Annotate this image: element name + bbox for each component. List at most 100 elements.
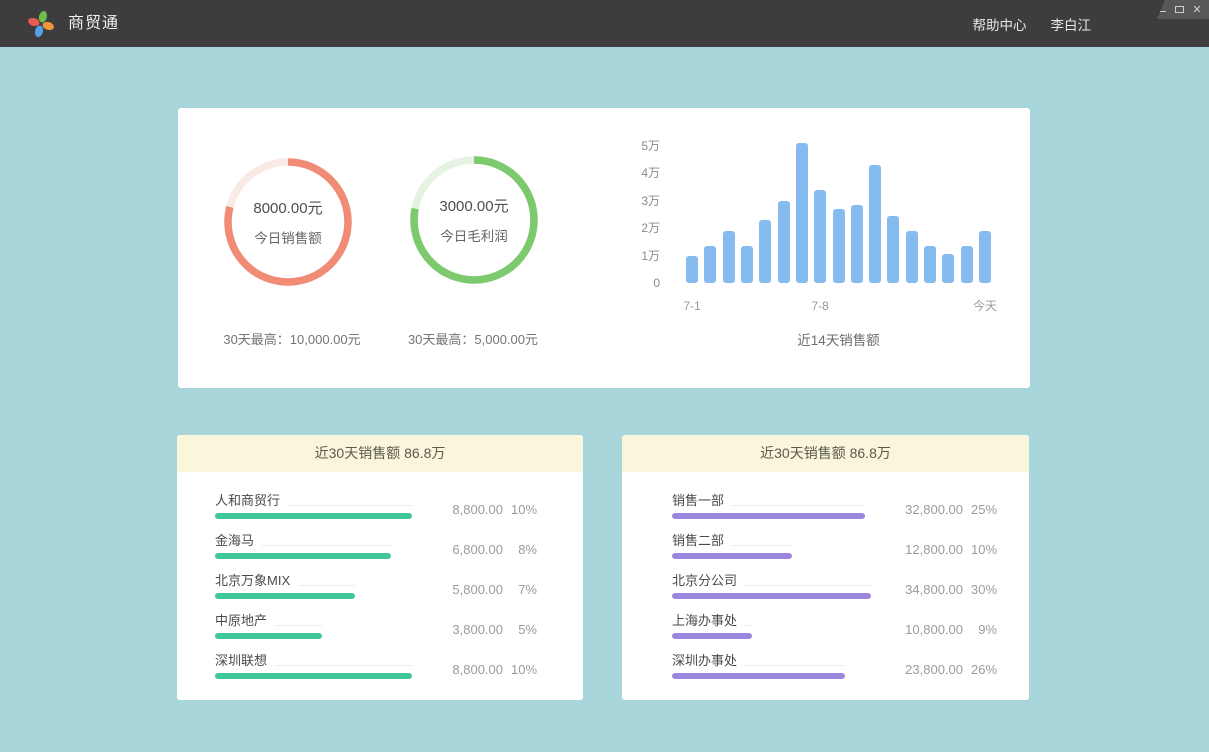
profit-30d-max-note: 30天最高：5,000.00元 xyxy=(363,329,583,348)
bar xyxy=(979,231,991,283)
progress-bar xyxy=(672,553,792,559)
ranking-label: 销售一部 xyxy=(672,492,724,509)
leader-line xyxy=(275,625,322,626)
ranking-row: 中原地产 3,800.005% xyxy=(215,612,537,639)
leader-line xyxy=(745,665,845,666)
help-center-link[interactable]: 帮助中心 xyxy=(973,14,1027,34)
titlebar-menu: 帮助中心 李白江 xyxy=(973,0,1092,47)
leader-line xyxy=(275,665,412,666)
ranking-label: 北京万象MIX xyxy=(215,572,290,589)
ranking-row: 北京万象MIX 5,800.00 7% xyxy=(215,572,537,599)
bar xyxy=(906,231,918,283)
maximize-icon xyxy=(1175,6,1184,13)
ranking-label: 中原地产 xyxy=(215,612,267,629)
leader-line xyxy=(745,585,871,586)
bar-chart-y-axis: 5万4万3万2万1万0 xyxy=(598,143,660,283)
bar xyxy=(723,231,735,283)
ranking-amount: 34,800.00 xyxy=(873,582,963,598)
ranking-percent: 7% xyxy=(511,582,537,598)
ranking-row: 人和商贸行 8,800.00 10% xyxy=(215,492,537,519)
customer-ranking-title: 近30天销售额 86.8万 xyxy=(177,435,583,472)
title-bar: 商贸通 帮助中心 李白江 ✕ xyxy=(0,0,1209,47)
customer-sales-ranking-card: 近30天销售额 86.8万 人和商贸行8,800.0010%金海马6,800.0… xyxy=(177,435,583,700)
ranking-amount: 8,800.00 xyxy=(413,502,503,518)
ranking-row: 深圳联想8,800.0010% xyxy=(215,652,537,679)
ranking-label: 人和商贸行 xyxy=(215,492,280,509)
leader-line xyxy=(732,545,792,546)
ranking-value: 6,800.008% xyxy=(413,542,537,559)
progress-bar xyxy=(672,673,845,679)
y-tick-label: 5万 xyxy=(641,138,660,154)
ranking-label: 北京分公司 xyxy=(672,572,737,589)
close-button[interactable]: ✕ xyxy=(1192,5,1202,15)
progress-bar xyxy=(215,673,412,679)
close-icon: ✕ xyxy=(1192,5,1201,15)
department-sales-ranking-card: 近30天销售额 86.8万 销售一部32,800.0025%销售二部12,800… xyxy=(622,435,1029,700)
ranking-label: 深圳办事处 xyxy=(672,652,737,669)
bar xyxy=(869,165,881,283)
ranking-amount: 10,800.00 xyxy=(873,622,963,638)
y-tick-label: 4万 xyxy=(641,165,660,181)
today-profit-summary: 3000.00元 今日毛利润 xyxy=(406,152,542,288)
ranking-percent: 30% xyxy=(971,582,997,598)
ranking-amount: 6,800.00 xyxy=(413,542,503,558)
today-sales-label: 今日销售额 xyxy=(254,227,322,247)
user-menu[interactable]: 李白江 xyxy=(1051,14,1092,34)
bar xyxy=(741,246,753,283)
today-sales-summary: 8000.00元 今日销售额 xyxy=(220,154,356,290)
y-tick-label: 2万 xyxy=(641,220,660,236)
ranking-amount: 23,800.00 xyxy=(873,662,963,678)
minimize-button[interactable] xyxy=(1156,5,1166,15)
ranking-percent: 10% xyxy=(511,502,537,518)
bar xyxy=(778,201,790,283)
maximize-button[interactable] xyxy=(1174,5,1184,15)
ranking-amount: 5,800.00 xyxy=(413,582,503,598)
ranking-value: 32,800.00 25% xyxy=(873,502,997,519)
bar xyxy=(704,246,716,283)
bar xyxy=(851,205,863,283)
bar-chart-title: 近14天销售额 xyxy=(686,329,991,349)
y-tick-label: 3万 xyxy=(641,193,660,209)
bar xyxy=(887,216,899,283)
ranking-amount: 3,800.00 xyxy=(413,622,503,638)
x-tick-label: 7-1 xyxy=(683,298,700,314)
progress-bar xyxy=(215,553,391,559)
progress-bar xyxy=(215,633,322,639)
ranking-row: 北京分公司 34,800.00 30% xyxy=(672,572,997,599)
ranking-value: 12,800.00 10% xyxy=(873,542,997,559)
ranking-label: 上海办事处 xyxy=(672,612,737,629)
department-ranking-list: 销售一部32,800.0025%销售二部12,800.0010%北京分公司34,… xyxy=(622,472,1029,679)
summary-card: 8000.00元 今日销售额 30天最高：10,000.00元 3000.00元… xyxy=(178,108,1030,388)
department-ranking-title: 近30天销售额 86.8万 xyxy=(622,435,1029,472)
window-controls: ✕ xyxy=(1149,0,1209,19)
ranking-value: 8,800.0010% xyxy=(413,662,537,679)
x-tick-label: 7-8 xyxy=(812,298,829,314)
ranking-percent: 26% xyxy=(971,662,997,678)
progress-bar xyxy=(215,593,355,599)
today-sales-value: 8000.00元 xyxy=(253,197,322,218)
bar xyxy=(961,246,973,283)
leader-line xyxy=(288,505,412,506)
bar xyxy=(796,143,808,283)
ranking-row: 金海马6,800.008% xyxy=(215,532,537,559)
bar xyxy=(686,256,698,283)
leader-line xyxy=(298,585,355,586)
leader-line xyxy=(732,505,865,506)
ranking-value: 3,800.005% xyxy=(413,622,537,639)
ranking-value: 23,800.00 26% xyxy=(873,662,997,679)
progress-bar xyxy=(215,513,412,519)
leader-line xyxy=(745,625,752,626)
daily-sales-bar-chart xyxy=(686,143,991,283)
ranking-percent: 25% xyxy=(971,502,997,518)
ranking-amount: 12,800.00 xyxy=(873,542,963,558)
ranking-amount: 32,800.00 xyxy=(873,502,963,518)
progress-bar xyxy=(672,513,865,519)
leader-line xyxy=(262,545,391,546)
bar xyxy=(924,246,936,283)
bar xyxy=(942,254,954,283)
ranking-row: 销售一部 32,800.00 25% xyxy=(672,492,997,519)
ranking-row: 上海办事处10,800.009% xyxy=(672,612,997,639)
ranking-amount: 8,800.00 xyxy=(413,662,503,678)
minimize-icon xyxy=(1157,11,1166,12)
ranking-percent: 10% xyxy=(971,542,997,558)
